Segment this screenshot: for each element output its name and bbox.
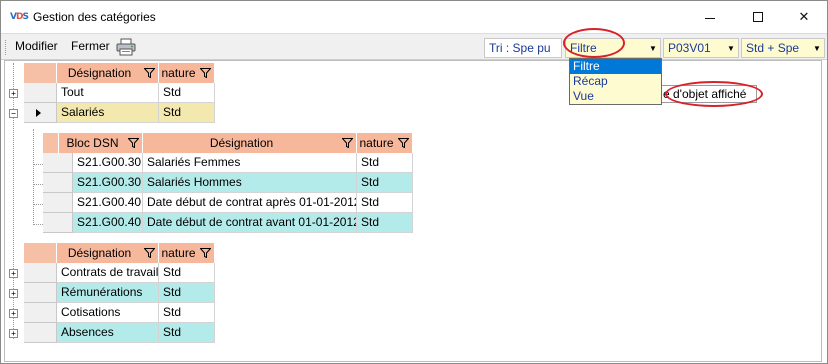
maximize-icon [753, 12, 763, 22]
column-header-designation[interactable]: Désignation [57, 243, 159, 263]
title-bar: VDS Gestion des catégories ✕ [1, 1, 827, 33]
table-cell-nature[interactable]: Std [159, 103, 215, 123]
chevron-down-icon[interactable]: ▼ [810, 39, 824, 57]
tree-line [33, 129, 34, 225]
table-cell-designation[interactable]: Contrats de travail [57, 263, 159, 283]
app-logo-icon: VDS [10, 12, 29, 22]
row-selector[interactable] [24, 323, 57, 343]
chevron-down-icon[interactable]: ▼ [724, 39, 738, 57]
version-combo[interactable]: P03V01 ▼ [663, 38, 739, 58]
table-cell-designation[interactable]: Salariés Femmes [143, 153, 357, 173]
table-cell-nature[interactable]: Std [159, 263, 215, 283]
table-cell-designation[interactable]: Date début de contrat avant 01-01-2012 [143, 213, 357, 233]
row-header-corner [24, 63, 57, 83]
expand-icon[interactable]: + [9, 269, 18, 278]
view-mode-combo[interactable]: Filtre ▼ [565, 38, 661, 58]
row-header-corner [43, 133, 59, 153]
row-selector[interactable] [24, 83, 57, 103]
row-header-corner [24, 243, 57, 263]
window-title: Gestion des catégories [33, 10, 156, 24]
column-header-designation[interactable]: Désignation [57, 63, 159, 83]
filter-icon[interactable] [144, 68, 155, 78]
column-header-nature[interactable]: nature [159, 63, 215, 83]
table-cell-designation[interactable]: Cotisations [57, 303, 159, 323]
row-selector-current[interactable] [24, 103, 57, 123]
table-cell-designation[interactable]: Salariés [57, 103, 159, 123]
sort-combo[interactable]: Tri : Spe pu [484, 38, 562, 58]
table-cell-designation[interactable]: Tout [57, 83, 159, 103]
expand-icon[interactable]: + [9, 289, 18, 298]
table-cell-bloc-dsn[interactable]: S21.G00.30 [73, 153, 143, 173]
filter-icon[interactable] [200, 68, 211, 78]
table-cell-designation[interactable]: Salariés Hommes [143, 173, 357, 193]
toolbar: Modifier Fermer Tri : Spe pu Filtre ▼ P0… [1, 33, 827, 60]
maximize-button[interactable] [735, 1, 781, 33]
dropdown-option-filtre[interactable]: Filtre [570, 59, 661, 74]
filter-icon[interactable] [398, 138, 409, 148]
expand-icon[interactable]: + [9, 89, 18, 98]
table-cell-nature[interactable]: Std [159, 83, 215, 103]
printer-icon[interactable] [116, 38, 136, 56]
view-mode-combo-value: Filtre [570, 41, 597, 55]
table-cell-designation[interactable]: Date début de contrat après 01-01-2012 [143, 193, 357, 213]
collapse-icon[interactable]: − [9, 109, 18, 118]
table-cell-bloc-dsn[interactable]: S21.G00.40 [73, 193, 143, 213]
table-cell-bloc-dsn[interactable]: S21.G00.30 [73, 173, 143, 193]
close-button[interactable]: ✕ [781, 1, 827, 33]
row-selector[interactable] [43, 173, 73, 193]
filter-icon[interactable] [144, 248, 155, 258]
filter-icon[interactable] [200, 248, 211, 258]
table-cell-designation[interactable]: Rémunérations [57, 283, 159, 303]
row-selector[interactable] [24, 263, 57, 283]
column-header-designation[interactable]: Désignation [143, 133, 357, 153]
nature-combo-value: Std + Spe [746, 41, 800, 55]
column-header-nature[interactable]: nature [159, 243, 215, 263]
row-selector[interactable] [43, 213, 73, 233]
view-mode-dropdown-list[interactable]: Filtre Récap Vue [569, 58, 662, 105]
table-cell-designation[interactable]: Absences [57, 323, 159, 343]
modifier-button[interactable]: Modifier [15, 39, 58, 53]
filter-icon[interactable] [342, 138, 353, 148]
nature-combo[interactable]: Std + Spe ▼ [741, 38, 825, 58]
object-displayed-textbox[interactable]: e d'objet affiché [661, 85, 757, 103]
table-cell-nature[interactable]: Std [159, 323, 215, 343]
row-selector[interactable] [43, 193, 73, 213]
expand-icon[interactable]: + [9, 309, 18, 318]
version-combo-value: P03V01 [668, 41, 711, 55]
row-selector[interactable] [43, 153, 73, 173]
table-cell-nature[interactable]: Std [357, 153, 413, 173]
table-cell-bloc-dsn[interactable]: S21.G00.40 [73, 213, 143, 233]
column-header-nature[interactable]: nature [357, 133, 413, 153]
toolbar-grip[interactable] [5, 40, 7, 55]
fermer-button[interactable]: Fermer [71, 39, 110, 53]
filter-icon[interactable] [128, 138, 139, 148]
close-icon: ✕ [798, 9, 810, 25]
chevron-down-icon[interactable]: ▼ [646, 39, 660, 57]
table-cell-nature[interactable]: Std [159, 283, 215, 303]
row-selector[interactable] [24, 303, 57, 323]
sort-combo-value: Tri : Spe pu [489, 41, 551, 55]
expand-icon[interactable]: + [9, 329, 18, 338]
category-tree-grid: Désignation nature + Tout Std − Salariés… [4, 60, 822, 362]
dropdown-option-recap[interactable]: Récap [570, 74, 661, 89]
table-cell-nature[interactable]: Std [357, 173, 413, 193]
minimize-button[interactable] [687, 1, 733, 33]
row-selector[interactable] [24, 283, 57, 303]
table-cell-nature[interactable]: Std [357, 193, 413, 213]
current-row-arrow-icon [36, 109, 41, 117]
minimize-icon [705, 17, 715, 19]
column-header-bloc-dsn[interactable]: Bloc DSN [59, 133, 143, 153]
table-cell-nature[interactable]: Std [159, 303, 215, 323]
dropdown-option-vue[interactable]: Vue [570, 89, 661, 104]
table-cell-nature[interactable]: Std [357, 213, 413, 233]
categories-window: VDS Gestion des catégories ✕ Modifier Fe… [0, 0, 828, 364]
